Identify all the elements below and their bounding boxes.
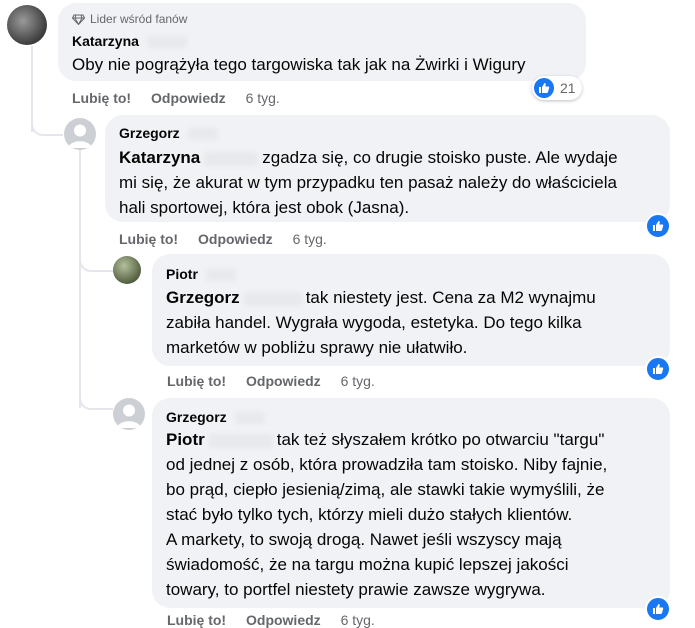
avatar[interactable]	[7, 5, 47, 45]
default-avatar-icon	[68, 124, 92, 148]
timestamp[interactable]: 6 tyg.	[246, 90, 280, 106]
avatar[interactable]	[113, 256, 141, 284]
comment-line: zgadza się, co drugie stoisko puste. Ale…	[262, 148, 618, 167]
like-reaction-icon[interactable]	[645, 596, 671, 622]
author-name[interactable]: Grzegorz	[166, 409, 227, 425]
redacted-surname	[205, 269, 236, 282]
comment-text: Piotr tak też słyszałem krótko po otwarci…	[166, 427, 666, 602]
like-button[interactable]: Lubię to!	[167, 612, 226, 628]
redacted-surname	[204, 151, 259, 166]
comment-line: świadomość, że na targu można kupić leps…	[166, 555, 569, 574]
fan-badge: Lider wśród fanów	[72, 12, 187, 26]
author-name[interactable]: Piotr	[166, 266, 198, 282]
comment-line: bo prąd, ciepło jesienią/zimą, ale stawk…	[166, 480, 605, 499]
thread-line-replies	[79, 148, 81, 408]
comment-bubble: Piotr Grzegorz tak niestety jest. Cena za…	[152, 254, 670, 366]
redacted-surname	[187, 128, 218, 141]
comment-line: towary, to portfel niestety prawie zawsz…	[166, 580, 546, 599]
timestamp[interactable]: 6 tyg.	[341, 612, 375, 628]
comment-bubble: Lider wśród fanów Katarzyna Oby nie pogr…	[58, 3, 586, 81]
comment-text: Grzegorz tak niestety jest. Cena za M2 wy…	[166, 285, 666, 360]
timestamp[interactable]: 6 tyg.	[293, 231, 327, 247]
comment-text: Oby nie pogrążyła tego targowiska tak ja…	[72, 55, 526, 74]
thread-connector-2	[79, 248, 113, 272]
mention-link[interactable]: Katarzyna	[119, 148, 200, 167]
comment-line: tak niestety jest. Cena za M2 wynajmu	[305, 288, 596, 307]
comment-text: Katarzyna zgadza się, co drugie stoisko p…	[119, 145, 664, 220]
mention-link[interactable]: Piotr	[166, 430, 205, 449]
avatar[interactable]	[64, 118, 96, 150]
redacted-surname	[234, 412, 265, 425]
fan-badge-label: Lider wśród fanów	[90, 12, 188, 26]
thread-connector-1	[31, 100, 63, 136]
author-name[interactable]: Grzegorz	[119, 125, 180, 141]
comment-line: zabiła handel. Wygrała wygoda, estetyka.…	[166, 313, 582, 332]
redacted-surname	[243, 291, 302, 306]
author-name[interactable]: Katarzyna	[72, 33, 139, 49]
comment-line: od jednej z osób, która prowadziła tam s…	[166, 455, 608, 474]
comment-line: hali sportowej, która jest obok (Jasna).	[119, 198, 410, 217]
comment-line: A markety, to swoją drogą. Nawet jeśli w…	[166, 530, 562, 549]
like-button[interactable]: Lubię to!	[167, 373, 226, 389]
redacted-surname	[208, 433, 273, 448]
redacted-surname	[146, 36, 187, 49]
thread-connector-3	[79, 385, 113, 410]
reply-button[interactable]: Odpowiedz	[246, 612, 321, 628]
reaction-count-pill[interactable]: 21	[532, 76, 582, 100]
default-avatar-icon	[117, 404, 141, 428]
comment-bubble: Grzegorz Katarzyna zgadza się, co drugie …	[105, 115, 670, 222]
avatar[interactable]	[113, 398, 145, 430]
comment-line: mi się, że akurat w tym przypadku ten pa…	[119, 173, 617, 192]
diamond-icon	[72, 14, 85, 25]
comment-line: stać było tylko tych, którzy mieli dużo …	[166, 505, 573, 524]
reply-button[interactable]: Odpowiedz	[246, 373, 321, 389]
timestamp[interactable]: 6 tyg.	[341, 373, 375, 389]
like-button[interactable]: Lubię to!	[72, 90, 131, 106]
comment-line: tak też słyszałem krótko po otwarciu "ta…	[276, 430, 605, 449]
like-button[interactable]: Lubię to!	[119, 231, 178, 247]
reply-button[interactable]: Odpowiedz	[151, 90, 226, 106]
reaction-count: 21	[560, 80, 576, 96]
comment-line: marketów w pobliżu sprawy nie ułatwiło.	[166, 338, 468, 357]
like-reaction-icon[interactable]	[645, 213, 671, 239]
mention-link[interactable]: Grzegorz	[166, 288, 240, 307]
like-reaction-icon[interactable]	[645, 356, 671, 382]
comment-bubble: Grzegorz Piotr tak też słyszałem krótko p…	[152, 398, 670, 608]
reply-button[interactable]: Odpowiedz	[198, 231, 273, 247]
like-reaction-icon	[534, 78, 554, 98]
